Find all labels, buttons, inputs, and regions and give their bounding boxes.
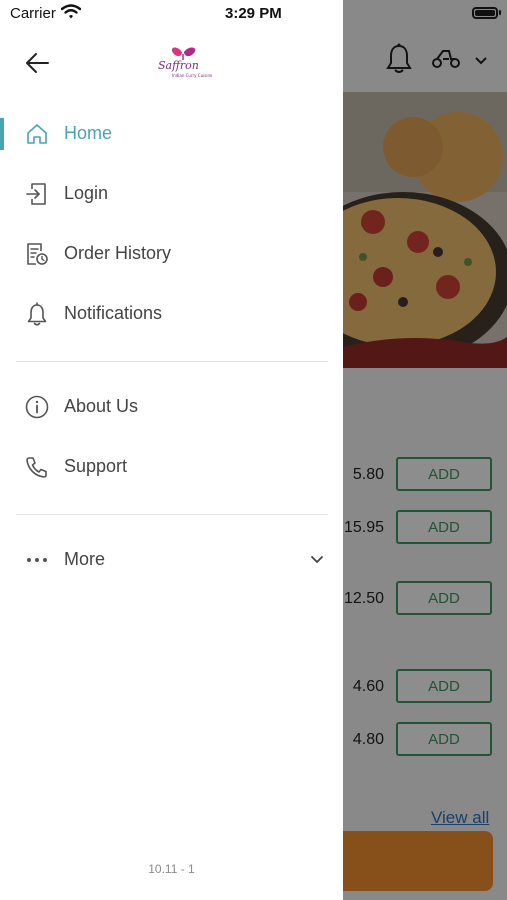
menu-label-support: Support [64,456,128,476]
menu-label-more: More [64,549,106,569]
menu-label-home: Home [64,123,113,143]
menu-label-notifications: Notifications [64,303,163,323]
chevron-down-icon[interactable] [310,555,324,565]
arrow-left-icon[interactable] [22,48,54,80]
bell-icon [27,302,47,326]
svg-text:Indian Curry Cuisine: Indian Curry Cuisine [172,73,212,78]
status-time: 3:29 PM [225,5,282,22]
more-dots-icon [27,558,47,562]
svg-text:Saffron: Saffron [158,59,199,72]
menu-item-notifications[interactable]: Notifications [0,288,343,340]
phone-icon [26,457,47,478]
battery-tip [499,10,501,15]
home-icon [27,124,47,144]
menu-divider [16,514,328,515]
menu-item-about-us[interactable]: About Us [0,381,343,433]
menu-item-order-history[interactable]: Order History [0,228,343,280]
wifi-icon [61,4,81,19]
menu-item-home[interactable]: Home [0,108,343,160]
battery-icon [472,7,498,19]
carrier-label: Carrier [10,5,56,22]
order-history-icon [27,243,48,265]
menu-item-support[interactable]: Support [0,441,343,493]
info-icon [25,395,49,419]
saffron-logo: Saffron Indian Curry Cuisine [158,47,212,78]
menu-label-login: Login [64,183,109,203]
app-version: 10.11 - 1 [148,862,195,876]
login-icon [26,183,46,205]
menu-item-login[interactable]: Login [0,168,343,220]
menu-label-order-history: Order History [64,243,172,263]
menu-item-more[interactable]: More [0,534,343,586]
navigation-drawer: Carrier 3:29 PM Saffron Indian Curry Cui… [0,0,343,900]
menu-label-about-us: About Us [64,396,139,416]
menu-divider [16,361,328,362]
